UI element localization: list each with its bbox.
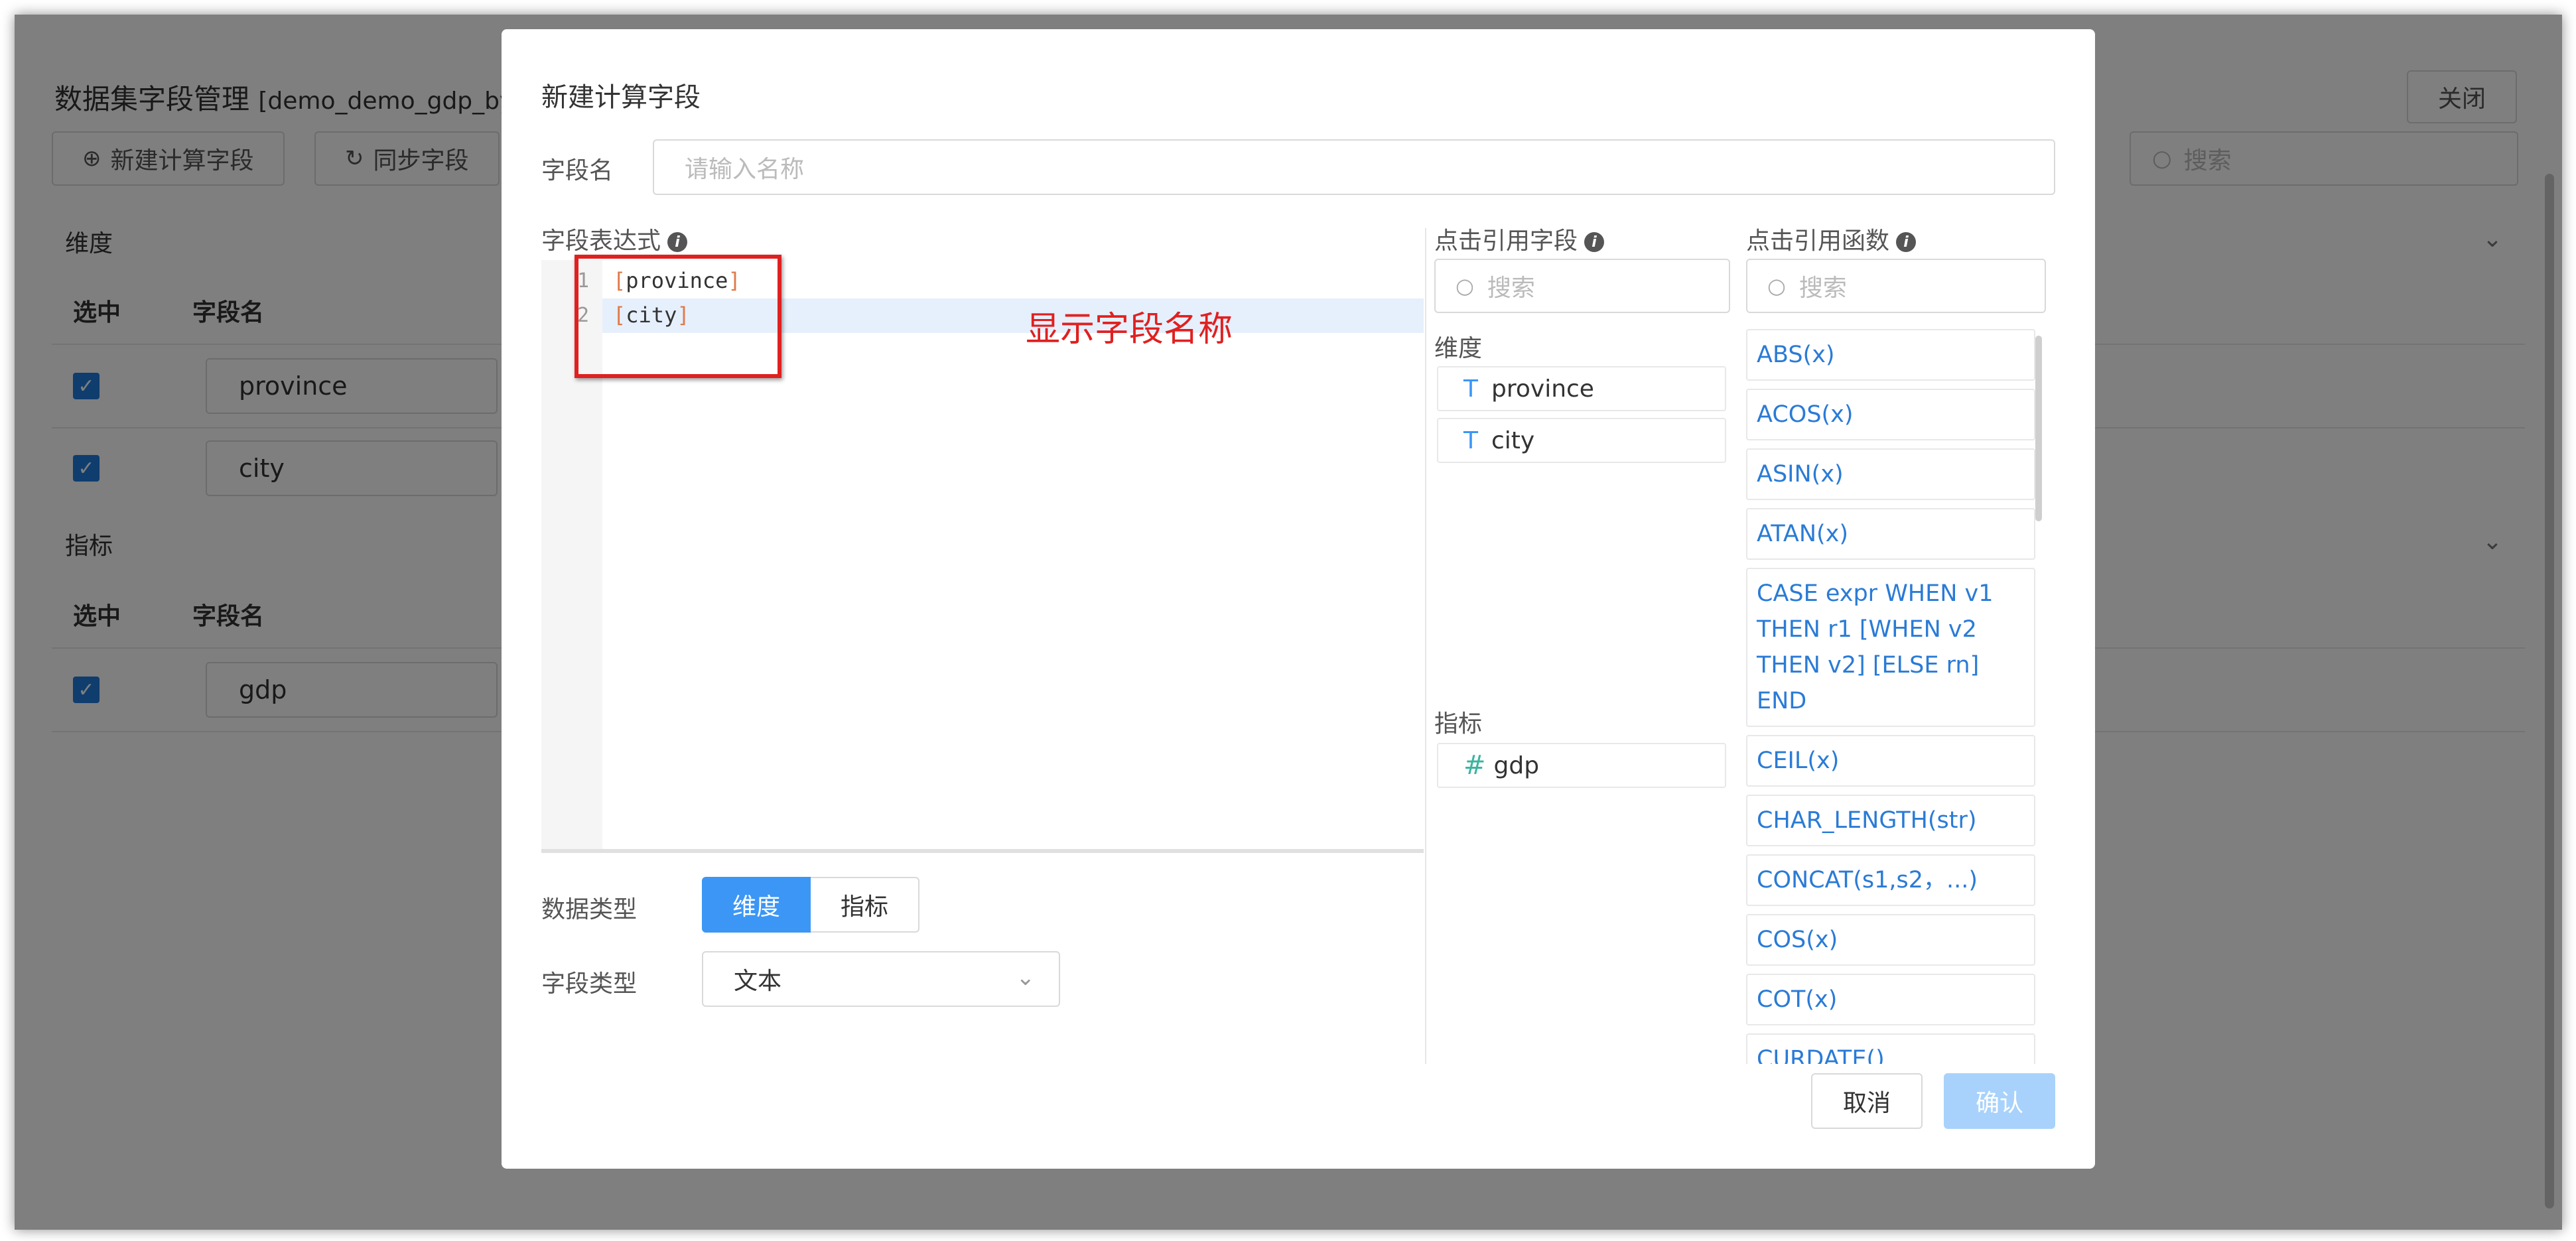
function-list: ABS(x) ACOS(x) ASIN(x) ATAN(x) CASE expr…	[1746, 329, 2042, 1064]
function-item[interactable]: ABS(x)	[1746, 329, 2035, 381]
function-item[interactable]: CURDATE()	[1746, 1033, 2035, 1064]
field-name-input[interactable]: 请输入名称	[653, 139, 2055, 195]
field-item-gdp[interactable]: # gdp	[1437, 743, 1726, 788]
data-type-toggle: 维度 指标	[702, 877, 919, 933]
text-type-icon: T	[1463, 375, 1478, 403]
function-list-scrollbar[interactable]	[2035, 336, 2042, 521]
function-item[interactable]: CASE expr WHEN v1 THEN r1 [WHEN v2 THEN …	[1746, 568, 2035, 727]
data-type-label: 数据类型	[541, 896, 638, 923]
data-type-dimension[interactable]: 维度	[702, 877, 811, 933]
ref-field-label: 点击引用字段 i	[1434, 222, 1605, 256]
field-search-input[interactable]: ○ 搜索	[1434, 259, 1730, 313]
ref-dimension-label: 维度	[1434, 335, 1483, 362]
function-item[interactable]: CHAR_LENGTH(str)	[1746, 795, 2035, 846]
function-item[interactable]: COT(x)	[1746, 974, 2035, 1025]
expression-label: 字段表达式 i	[541, 222, 688, 256]
search-icon: ○	[1767, 273, 1786, 298]
field-name-label: 字段名	[541, 157, 614, 184]
function-item[interactable]: ATAN(x)	[1746, 508, 2035, 560]
confirm-button[interactable]: 确认	[1944, 1073, 2055, 1129]
info-icon[interactable]: i	[667, 232, 688, 252]
data-type-measure[interactable]: 指标	[811, 877, 919, 933]
function-item[interactable]: ASIN(x)	[1746, 448, 2035, 500]
field-item-city[interactable]: Tcity	[1437, 418, 1726, 463]
annotation-text: 显示字段名称	[1026, 310, 1233, 350]
ref-func-label: 点击引用函数 i	[1746, 222, 1917, 256]
function-item[interactable]: CONCAT(s1,s2，...)	[1746, 854, 2035, 906]
cancel-button[interactable]: 取消	[1811, 1073, 1923, 1129]
dialog-title: 新建计算字段	[541, 82, 701, 113]
search-icon: ○	[1456, 273, 1474, 298]
app-window: 数据集字段管理 [demo_demo_gdp_by ⊕新建计算字段 ↻同步字段 …	[15, 15, 2562, 1230]
info-icon[interactable]: i	[1896, 232, 1917, 252]
field-type-label: 字段类型	[541, 970, 638, 998]
highlight-box	[575, 255, 781, 378]
function-item[interactable]: ACOS(x)	[1746, 389, 2035, 440]
function-item[interactable]: CEIL(x)	[1746, 735, 2035, 787]
info-icon[interactable]: i	[1584, 232, 1605, 252]
text-type-icon: T	[1463, 426, 1478, 454]
function-item[interactable]: COS(x)	[1746, 914, 2035, 966]
field-type-select[interactable]: 文本 ⌄	[702, 951, 1060, 1007]
number-type-icon: #	[1463, 750, 1486, 781]
field-item-province[interactable]: Tprovince	[1437, 366, 1726, 411]
function-search-input[interactable]: ○ 搜索	[1746, 259, 2046, 313]
ref-measure-label: 指标	[1434, 710, 1483, 738]
divider	[1425, 228, 1426, 1064]
chevron-down-icon: ⌄	[1016, 964, 1036, 991]
new-calc-field-dialog: 新建计算字段 字段名 请输入名称 字段表达式 i 1 [province] 2 […	[502, 29, 2095, 1169]
